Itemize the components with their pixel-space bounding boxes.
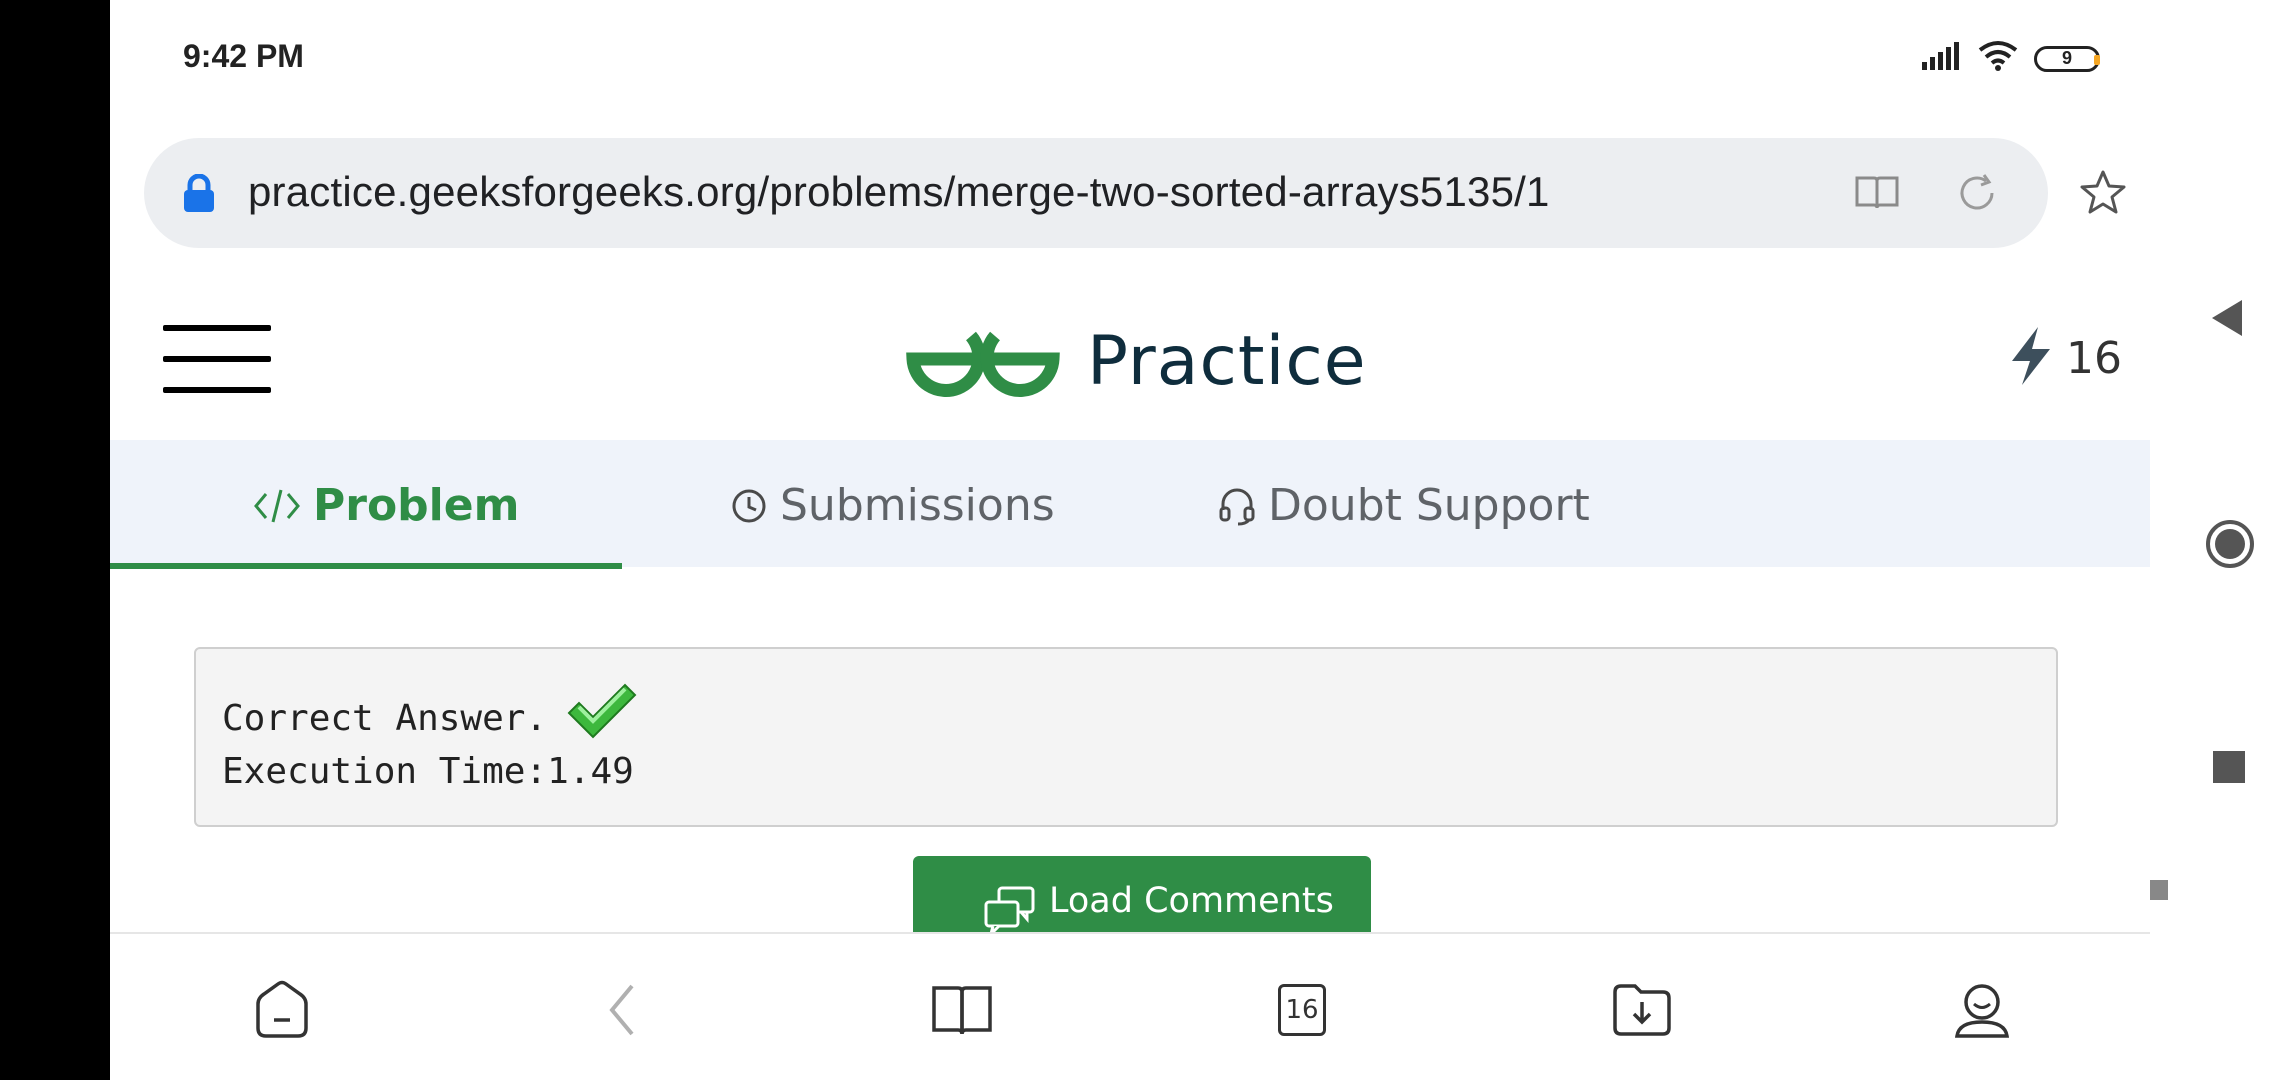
- battery-icon: 9: [2034, 45, 2100, 72]
- streak-counter[interactable]: 16: [2008, 325, 2122, 392]
- system-nav-bar: [2150, 0, 2280, 1080]
- result-panel: Correct Answer. Execution Time:1.49: [194, 647, 2058, 827]
- home-icon[interactable]: [250, 978, 314, 1042]
- system-recents-icon[interactable]: [2212, 750, 2246, 789]
- browser-screen: 9:42 PM 9 practice.geeksforgeeks.org/pro…: [110, 0, 2150, 1080]
- headset-icon: [1218, 486, 1256, 526]
- tab-doubt-support[interactable]: Doubt Support: [1218, 480, 1590, 531]
- bookmark-star-icon[interactable]: [2078, 168, 2128, 223]
- logo-text: Practice: [1087, 322, 1367, 401]
- load-comments-label: Load Comments: [1049, 881, 1334, 921]
- tab-doubt-support-label: Doubt Support: [1268, 480, 1590, 531]
- system-home-icon[interactable]: [2204, 518, 2256, 575]
- browser-bottom-bar: 16: [110, 932, 2150, 1080]
- result-status: Correct Answer.: [222, 683, 637, 750]
- clock-icon: [730, 487, 768, 525]
- downloads-icon[interactable]: [1610, 978, 1674, 1042]
- lock-icon: [182, 173, 216, 219]
- scroll-indicator: [2150, 880, 2168, 905]
- tabs-icon[interactable]: 16: [1270, 978, 1334, 1042]
- checkmark-icon: [565, 681, 637, 750]
- lightning-icon: [2008, 325, 2054, 392]
- left-edge-bar: [0, 0, 110, 1080]
- wifi-icon: [1978, 40, 2018, 77]
- execution-time: Execution Time:1.49: [222, 751, 634, 792]
- reload-icon[interactable]: [1956, 172, 1998, 219]
- reader-mode-icon[interactable]: [1854, 172, 1900, 217]
- address-bar[interactable]: practice.geeksforgeeks.org/problems/merg…: [144, 138, 2048, 248]
- url-text[interactable]: practice.geeksforgeeks.org/problems/merg…: [248, 168, 1550, 216]
- gfg-logo[interactable]: Practice: [905, 318, 1367, 405]
- hamburger-menu-icon[interactable]: [163, 325, 271, 393]
- tab-submissions[interactable]: Submissions: [730, 480, 1055, 531]
- code-icon: [253, 486, 301, 526]
- bookmarks-icon[interactable]: [930, 978, 994, 1042]
- back-icon[interactable]: [590, 978, 654, 1042]
- tab-count: 16: [1278, 984, 1326, 1036]
- tab-submissions-label: Submissions: [780, 480, 1055, 531]
- tab-problem[interactable]: Problem: [253, 480, 519, 531]
- status-time: 9:42 PM: [183, 38, 304, 74]
- active-tab-indicator: [110, 563, 622, 569]
- gfg-logo-icon: [905, 318, 1061, 405]
- status-icons: 9: [1922, 40, 2100, 77]
- profile-icon[interactable]: [1950, 978, 2014, 1042]
- signal-icon: [1922, 42, 1962, 75]
- tab-problem-label: Problem: [313, 480, 520, 531]
- streak-count: 16: [2066, 333, 2122, 384]
- result-status-text: Correct Answer.: [222, 698, 548, 739]
- system-back-icon[interactable]: [2210, 298, 2244, 343]
- problem-tabs: Problem Submissions Doubt Support: [110, 440, 2150, 567]
